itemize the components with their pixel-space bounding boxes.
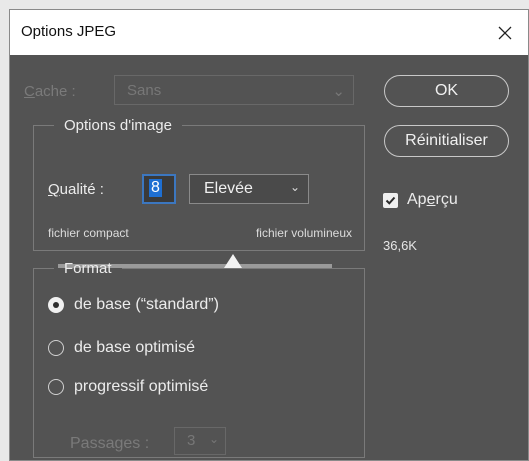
format-legend: Format bbox=[64, 260, 112, 277]
passes-label: Passages : bbox=[70, 435, 150, 452]
jpeg-options-dialog: Options JPEG Cache : Sans ⌄ Options d'im… bbox=[9, 9, 529, 461]
format-option-baseline-standard[interactable]: de base (“standard”) bbox=[48, 296, 219, 314]
preview-label: Aperçu bbox=[407, 191, 458, 208]
title-bar: Options JPEG bbox=[10, 10, 528, 55]
passes-value: 3 bbox=[187, 432, 196, 449]
quality-input[interactable]: 8 bbox=[142, 174, 176, 204]
format-option-label: de base (“standard”) bbox=[74, 296, 219, 313]
preview-checkbox[interactable] bbox=[383, 192, 398, 208]
chevron-down-icon: ⌄ bbox=[289, 180, 300, 194]
reset-button[interactable]: Réinitialiser bbox=[384, 125, 509, 157]
file-size-readout: 36,6K bbox=[383, 238, 417, 253]
quality-label: Qualité : bbox=[48, 181, 104, 198]
scale-max-label: fichier volumineux bbox=[255, 226, 352, 240]
checkmark-icon bbox=[385, 196, 396, 205]
close-icon bbox=[498, 26, 512, 39]
cache-label: Cache : bbox=[24, 83, 76, 100]
format-option-label: de base optimisé bbox=[74, 339, 195, 356]
format-option-baseline-optimized[interactable]: de base optimisé bbox=[48, 339, 195, 357]
ok-button[interactable]: OK bbox=[384, 75, 509, 107]
passes-select[interactable]: 3 ⌄ bbox=[174, 427, 226, 455]
image-options-group: Options d'image Qualité : 8 Elevée ⌄ fic… bbox=[33, 117, 365, 268]
radio-button[interactable] bbox=[48, 297, 64, 313]
quality-preset-value: Elevée bbox=[204, 180, 253, 197]
radio-button[interactable] bbox=[48, 340, 64, 356]
radio-button[interactable] bbox=[48, 379, 64, 395]
image-options-legend: Options d'image bbox=[64, 117, 172, 134]
format-group: Format de base (“standard”) de base opti… bbox=[33, 260, 365, 458]
format-option-progressive[interactable]: progressif optimisé bbox=[48, 378, 208, 396]
cache-select[interactable]: Sans ⌄ bbox=[114, 75, 354, 105]
close-button[interactable] bbox=[482, 10, 528, 55]
dialog-title: Options JPEG bbox=[21, 23, 117, 40]
format-option-label: progressif optimisé bbox=[74, 378, 209, 395]
quality-preset-select[interactable]: Elevée ⌄ bbox=[189, 174, 309, 204]
dialog-body: Cache : Sans ⌄ Options d'image Qualité :… bbox=[10, 55, 528, 460]
chevron-down-icon: ⌄ bbox=[332, 83, 345, 100]
cache-value: Sans bbox=[127, 82, 162, 99]
chevron-down-icon: ⌄ bbox=[208, 432, 219, 446]
preview-checkbox-row[interactable]: Aperçu bbox=[383, 191, 458, 209]
scale-min-label: fichier compact bbox=[48, 226, 129, 240]
quality-value: 8 bbox=[149, 179, 162, 197]
